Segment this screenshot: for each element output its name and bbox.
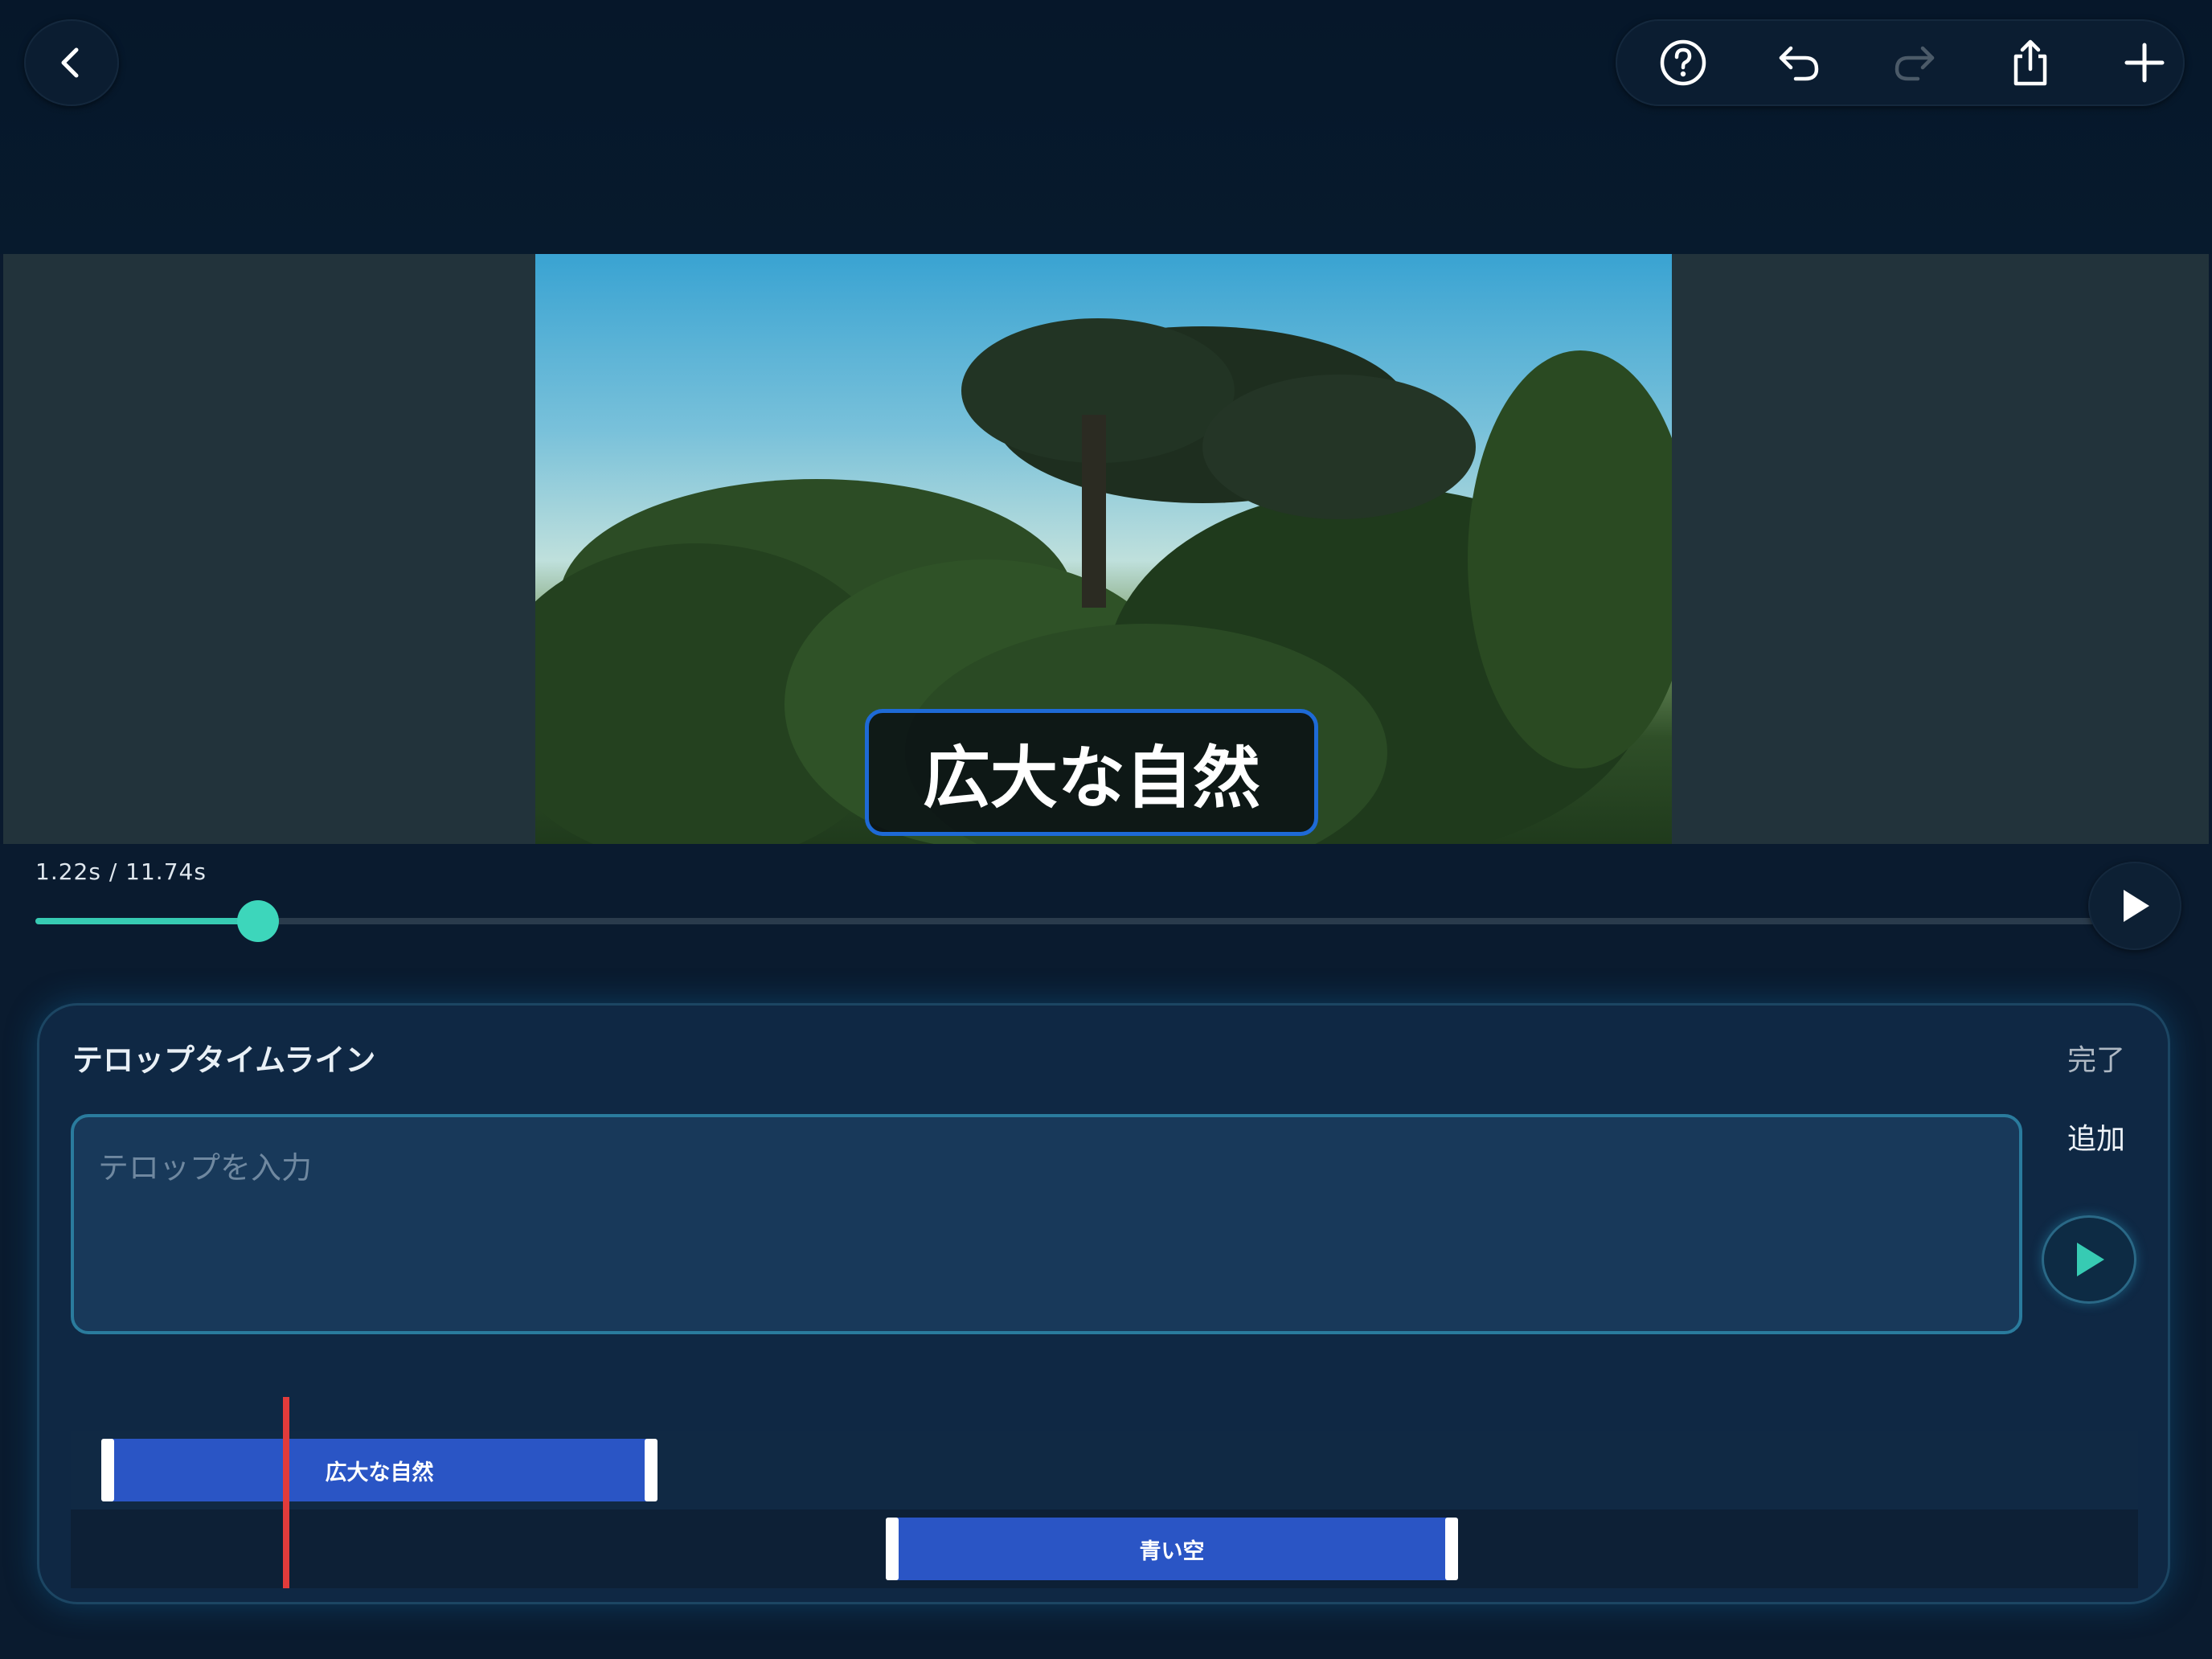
panel-title: テロップタイムライン bbox=[72, 1043, 376, 1078]
undo-button[interactable] bbox=[1751, 19, 1847, 106]
help-circle-icon bbox=[1657, 37, 1709, 88]
redo-button[interactable] bbox=[1866, 19, 1963, 106]
clip-label: 広大な自然 bbox=[325, 1460, 434, 1485]
back-button[interactable] bbox=[24, 19, 119, 106]
share-button[interactable] bbox=[1982, 19, 2079, 106]
clip-start-handle[interactable] bbox=[101, 1439, 114, 1501]
caption-overlay[interactable]: 広大な自然 bbox=[865, 709, 1318, 836]
preview-caption-button[interactable] bbox=[2042, 1215, 2136, 1304]
caption-input[interactable]: テロップを入力 bbox=[71, 1114, 2022, 1334]
redo-icon bbox=[1889, 37, 1940, 88]
play-icon bbox=[2116, 887, 2154, 925]
play-button[interactable] bbox=[2088, 862, 2181, 950]
done-button[interactable]: 完了 bbox=[2067, 1037, 2125, 1079]
undo-icon bbox=[1773, 37, 1825, 88]
caption-timeline: 広大な自然 青い空 bbox=[71, 1431, 2138, 1588]
clip-end-handle[interactable] bbox=[645, 1439, 657, 1501]
clip-start-handle[interactable] bbox=[886, 1518, 899, 1580]
caption-clip[interactable]: 青い空 bbox=[886, 1518, 1458, 1580]
add-button[interactable] bbox=[2096, 19, 2193, 106]
timeline-playhead[interactable] bbox=[283, 1397, 289, 1588]
clip-end-handle[interactable] bbox=[1445, 1518, 1458, 1580]
caption-clip[interactable]: 広大な自然 bbox=[101, 1439, 657, 1501]
add-caption-button[interactable]: 追加 bbox=[2067, 1116, 2125, 1157]
play-icon bbox=[2069, 1239, 2109, 1280]
seek-thumb[interactable] bbox=[237, 900, 280, 942]
clip-label: 青い空 bbox=[1139, 1538, 1205, 1564]
seek-progress bbox=[35, 918, 259, 924]
share-icon bbox=[2005, 37, 2056, 88]
plus-icon bbox=[2120, 39, 2169, 87]
help-button[interactable] bbox=[1635, 19, 1731, 106]
time-display: 1.22s / 11.74s bbox=[35, 858, 207, 885]
chevron-left-icon bbox=[52, 43, 91, 82]
toolbar bbox=[1616, 19, 2185, 106]
seek-track[interactable] bbox=[35, 918, 2177, 924]
